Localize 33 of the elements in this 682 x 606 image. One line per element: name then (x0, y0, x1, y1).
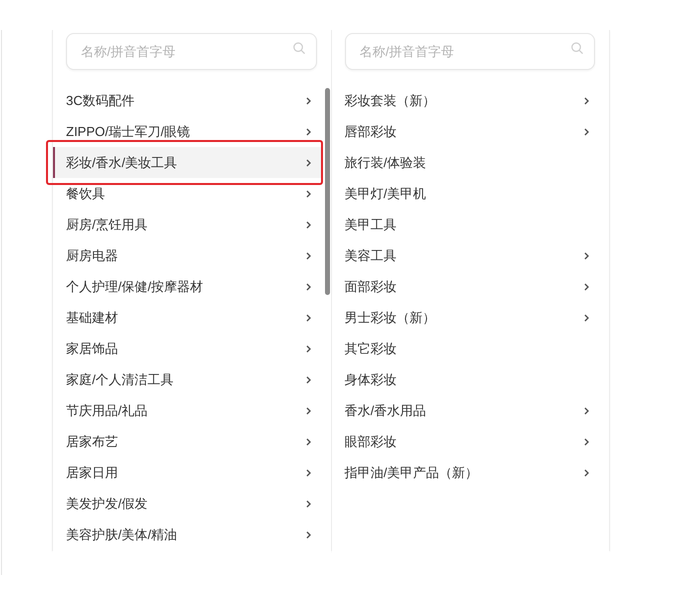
category-item[interactable]: 指甲油/美甲产品（新） (332, 457, 601, 488)
search-icon[interactable] (292, 42, 304, 54)
category-item[interactable]: 节庆用品/礼品 (53, 395, 322, 426)
category-item[interactable]: ZIPPO/瑞士军刀/眼镜 (53, 116, 322, 147)
category-item[interactable]: 厨房/烹饪用具 (53, 209, 322, 240)
search-field[interactable]: 名称/拼音首字母 (344, 33, 595, 70)
scrollbar-thumb[interactable] (324, 88, 330, 295)
category-item[interactable]: 美甲灯/美甲机 (332, 178, 601, 209)
category-item[interactable]: 美容护肤/美体/精油 (53, 519, 322, 550)
category-item[interactable]: 美容工具 (332, 240, 601, 271)
category-item[interactable]: 美发护发/假发 (53, 488, 322, 519)
category-item[interactable]: 餐饮具 (53, 178, 322, 209)
category-item[interactable]: 面部彩妆 (332, 271, 601, 302)
category-item[interactable]: 家庭/个人清洁工具 (53, 364, 322, 395)
category-item[interactable]: 男士彩妆（新） (332, 302, 601, 333)
category-item[interactable]: 唇部彩妆 (332, 116, 601, 147)
category-item[interactable]: 香水/香水用品 (332, 395, 601, 426)
category-item[interactable]: 居家布艺 (53, 426, 322, 457)
category-item[interactable]: 其它彩妆 (332, 333, 601, 364)
category-item[interactable]: 厨房电器 (53, 240, 322, 271)
search-icon[interactable] (571, 42, 583, 54)
category-item[interactable]: 居家日用 (53, 457, 322, 488)
category-item[interactable]: 彩妆套装（新） (332, 85, 601, 116)
category-item[interactable]: 彩妆/香水/美妆工具 (53, 147, 322, 178)
category-item[interactable]: 基础建材 (53, 302, 322, 333)
category-item[interactable]: 美甲工具 (332, 209, 601, 240)
category-item[interactable]: 个人护理/保健/按摩器材 (53, 271, 322, 302)
search-field[interactable]: 名称/拼音首字母 (66, 33, 316, 70)
category-item[interactable]: 3C数码配件 (53, 85, 322, 116)
category-item[interactable]: 眼部彩妆 (332, 426, 601, 457)
category-item[interactable]: 家居饰品 (53, 333, 322, 364)
category-item[interactable]: 身体彩妆 (332, 364, 601, 395)
category-item[interactable]: 旅行装/体验装 (332, 147, 601, 178)
